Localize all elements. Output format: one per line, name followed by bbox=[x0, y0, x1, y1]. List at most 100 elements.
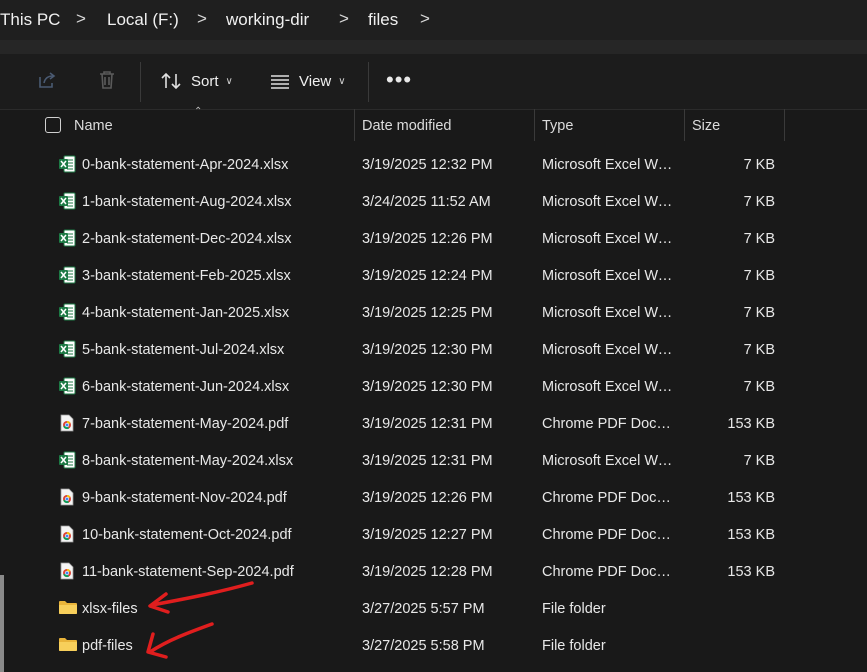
file-row[interactable]: pdf-files 3/27/2025 5:58 PM File folder bbox=[0, 628, 867, 665]
file-name: 10-bank-statement-Oct-2024.pdf bbox=[82, 527, 292, 543]
file-type: Microsoft Excel Worksheet bbox=[542, 268, 674, 284]
column-header-name[interactable]: Name bbox=[74, 118, 113, 134]
file-size: 7 KB bbox=[743, 379, 775, 395]
folder-icon bbox=[58, 636, 77, 654]
file-name: xlsx-files bbox=[82, 601, 138, 617]
breadcrumb-item-files[interactable]: files bbox=[368, 10, 398, 30]
pdf-file-icon bbox=[58, 525, 76, 543]
breadcrumb-divider-strip bbox=[0, 40, 867, 54]
file-row[interactable]: 11-bank-statement-Sep-2024.pdf 3/19/2025 … bbox=[0, 554, 867, 591]
file-size: 7 KB bbox=[743, 231, 775, 247]
file-row[interactable]: 9-bank-statement-Nov-2024.pdf 3/19/2025 1… bbox=[0, 480, 867, 517]
file-type: Microsoft Excel Worksheet bbox=[542, 194, 674, 210]
column-divider[interactable] bbox=[684, 109, 685, 141]
file-size: 153 KB bbox=[727, 490, 775, 506]
file-date-modified: 3/19/2025 12:32 PM bbox=[362, 157, 493, 173]
breadcrumb-item-local-drive[interactable]: Local (F:) bbox=[107, 10, 179, 30]
file-size: 153 KB bbox=[727, 416, 775, 432]
file-list: 0-bank-statement-Apr-2024.xlsx 3/19/2025 … bbox=[0, 147, 867, 665]
toolbar-divider bbox=[140, 62, 141, 102]
file-row[interactable]: 6-bank-statement-Jun-2024.xlsx 3/19/2025 … bbox=[0, 369, 867, 406]
breadcrumb-item-this-pc[interactable]: This PC bbox=[0, 10, 60, 30]
pdf-file-icon bbox=[58, 488, 76, 506]
file-row[interactable]: 8-bank-statement-May-2024.xlsx 3/19/2025 … bbox=[0, 443, 867, 480]
view-label: View bbox=[299, 72, 332, 90]
sort-indicator-icon: ⌃ bbox=[194, 106, 203, 117]
file-date-modified: 3/19/2025 12:30 PM bbox=[362, 342, 493, 358]
file-type: Microsoft Excel Worksheet bbox=[542, 305, 674, 321]
file-type: Chrome PDF Document bbox=[542, 527, 674, 543]
file-size: 7 KB bbox=[743, 342, 775, 358]
sort-button[interactable]: Sort ∨ bbox=[160, 67, 233, 95]
excel-file-icon bbox=[58, 303, 76, 321]
file-name: 0-bank-statement-Apr-2024.xlsx bbox=[82, 157, 289, 173]
excel-file-icon bbox=[58, 155, 76, 173]
excel-file-icon bbox=[58, 340, 76, 358]
file-date-modified: 3/19/2025 12:27 PM bbox=[362, 527, 493, 543]
view-button[interactable]: View ∨ bbox=[270, 67, 346, 95]
file-type: File folder bbox=[542, 638, 606, 654]
file-size: 7 KB bbox=[743, 268, 775, 284]
excel-file-icon bbox=[58, 266, 76, 284]
pdf-file-icon bbox=[58, 414, 76, 432]
file-size: 7 KB bbox=[743, 453, 775, 469]
file-date-modified: 3/19/2025 12:31 PM bbox=[362, 416, 493, 432]
file-date-modified: 3/19/2025 12:28 PM bbox=[362, 564, 493, 580]
column-header-size[interactable]: Size bbox=[692, 118, 720, 134]
excel-file-icon bbox=[58, 229, 76, 247]
file-name: 6-bank-statement-Jun-2024.xlsx bbox=[82, 379, 290, 395]
file-row[interactable]: 5-bank-statement-Jul-2024.xlsx 3/19/2025 … bbox=[0, 332, 867, 369]
file-row[interactable]: 0-bank-statement-Apr-2024.xlsx 3/19/2025 … bbox=[0, 147, 867, 184]
file-row[interactable]: 7-bank-statement-May-2024.pdf 3/19/2025 1… bbox=[0, 406, 867, 443]
file-row[interactable]: 10-bank-statement-Oct-2024.pdf 3/19/2025 … bbox=[0, 517, 867, 554]
file-date-modified: 3/19/2025 12:25 PM bbox=[362, 305, 493, 321]
column-header-date-modified[interactable]: Date modified bbox=[362, 118, 451, 134]
file-row[interactable]: 3-bank-statement-Feb-2025.xlsx 3/19/2025 … bbox=[0, 258, 867, 295]
file-row[interactable]: xlsx-files 3/27/2025 5:57 PM File folder bbox=[0, 591, 867, 628]
file-type: Chrome PDF Document bbox=[542, 416, 674, 432]
pdf-file-icon bbox=[58, 562, 76, 580]
chevron-right-icon[interactable]: > bbox=[197, 9, 207, 29]
file-size: 153 KB bbox=[727, 564, 775, 580]
chevron-right-icon[interactable]: > bbox=[339, 9, 349, 29]
file-name: 7-bank-statement-May-2024.pdf bbox=[82, 416, 289, 432]
folder-icon bbox=[58, 599, 77, 617]
command-bar: Sort ∨ View ∨ ••• bbox=[0, 54, 867, 110]
sort-icon bbox=[161, 72, 181, 90]
file-name: 5-bank-statement-Jul-2024.xlsx bbox=[82, 342, 285, 358]
file-date-modified: 3/24/2025 11:52 AM bbox=[362, 194, 491, 210]
file-name: 1-bank-statement-Aug-2024.xlsx bbox=[82, 194, 292, 210]
file-date-modified: 3/19/2025 12:24 PM bbox=[362, 268, 493, 284]
share-icon[interactable] bbox=[36, 69, 60, 93]
column-divider[interactable] bbox=[784, 109, 785, 141]
file-name: 4-bank-statement-Jan-2025.xlsx bbox=[82, 305, 290, 321]
file-name: 3-bank-statement-Feb-2025.xlsx bbox=[82, 268, 291, 284]
chevron-right-icon[interactable]: > bbox=[420, 9, 430, 29]
chevron-down-icon: ∨ bbox=[225, 75, 233, 87]
file-size: 7 KB bbox=[743, 194, 775, 210]
file-name: 2-bank-statement-Dec-2024.xlsx bbox=[82, 231, 292, 247]
file-size: 153 KB bbox=[727, 527, 775, 543]
breadcrumb-item-working-dir[interactable]: working-dir bbox=[226, 10, 309, 30]
column-divider[interactable] bbox=[354, 109, 355, 141]
file-row[interactable]: 4-bank-statement-Jan-2025.xlsx 3/19/2025 … bbox=[0, 295, 867, 332]
trash-icon[interactable] bbox=[96, 69, 120, 93]
file-row[interactable]: 2-bank-statement-Dec-2024.xlsx 3/19/2025 … bbox=[0, 221, 867, 258]
column-divider[interactable] bbox=[534, 109, 535, 141]
file-type: Microsoft Excel Worksheet bbox=[542, 157, 674, 173]
column-header-type[interactable]: Type bbox=[542, 118, 573, 134]
excel-file-icon bbox=[58, 192, 76, 210]
file-type: File folder bbox=[542, 601, 606, 617]
select-all-checkbox[interactable] bbox=[45, 117, 61, 133]
file-type: Microsoft Excel Worksheet bbox=[542, 231, 674, 247]
more-options-button[interactable]: ••• bbox=[386, 69, 412, 91]
file-name: 8-bank-statement-May-2024.xlsx bbox=[82, 453, 294, 469]
chevron-right-icon[interactable]: > bbox=[76, 9, 86, 29]
toolbar-divider bbox=[368, 62, 369, 102]
file-date-modified: 3/27/2025 5:57 PM bbox=[362, 601, 485, 617]
file-row[interactable]: 1-bank-statement-Aug-2024.xlsx 3/24/2025 … bbox=[0, 184, 867, 221]
file-date-modified: 3/19/2025 12:26 PM bbox=[362, 490, 493, 506]
file-type: Microsoft Excel Worksheet bbox=[542, 453, 674, 469]
view-list-icon bbox=[271, 75, 289, 89]
file-type: Microsoft Excel Worksheet bbox=[542, 379, 674, 395]
